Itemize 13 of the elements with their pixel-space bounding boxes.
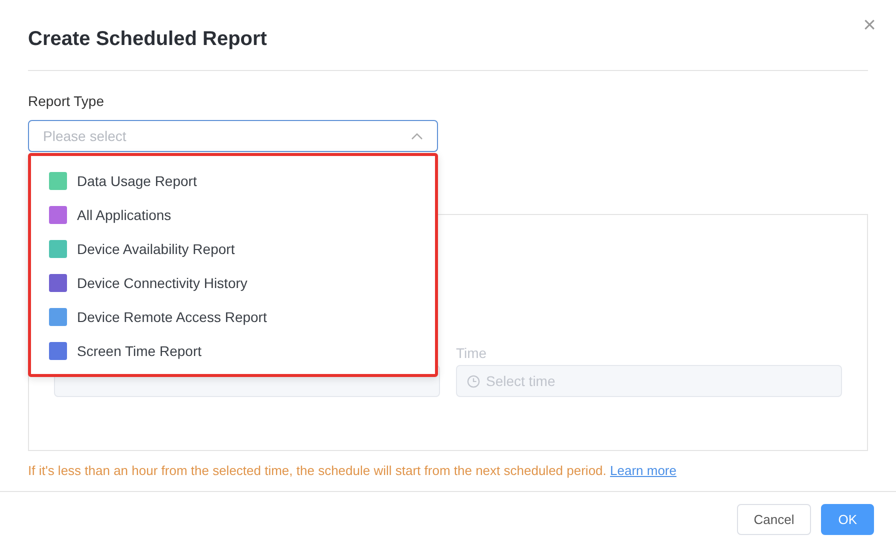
clock-icon: [467, 374, 480, 388]
caret-up-icon: [411, 132, 423, 140]
dialog-title: Create Scheduled Report: [27, 27, 268, 52]
dropdown-option[interactable]: All Applications: [31, 198, 435, 232]
dropdown-option[interactable]: Screen Time Report: [31, 334, 435, 368]
dropdown-option[interactable]: Device Availability Report: [31, 232, 435, 266]
note-text: If it's less than an hour from the selected time, the schedule will start from the next scheduled period.: [28, 463, 608, 478]
dropdown-option[interactable]: Device Connectivity History: [31, 266, 435, 300]
dropdown-option[interactable]: Data Usage Report: [31, 164, 435, 198]
field-label: Report Type: [28, 92, 106, 111]
dropdown-option[interactable]: Device Remote Access Report: [31, 300, 435, 334]
field-label: Time: [456, 344, 488, 363]
cancel-button[interactable]: Cancel: [736, 504, 812, 535]
